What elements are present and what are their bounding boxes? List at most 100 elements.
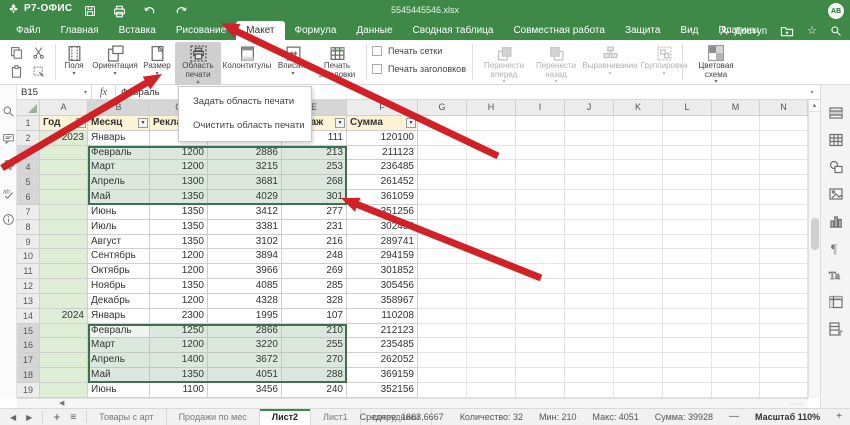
namebox-dropdown-icon[interactable]: ▾ bbox=[84, 89, 87, 96]
cell-A3[interactable] bbox=[40, 146, 88, 161]
search-menu-icon[interactable] bbox=[830, 25, 842, 37]
vertical-scroll-thumb[interactable] bbox=[811, 218, 819, 250]
cell-I18[interactable] bbox=[516, 368, 565, 383]
cell-I8[interactable] bbox=[516, 220, 565, 235]
cell-C10[interactable]: 1200 bbox=[150, 249, 208, 264]
cell-B10[interactable]: Сентябрь bbox=[88, 249, 150, 264]
cell-N5[interactable] bbox=[760, 175, 808, 190]
cell-F8[interactable]: 302456 bbox=[347, 220, 418, 235]
cell-G11[interactable] bbox=[418, 264, 467, 279]
cell-L11[interactable] bbox=[663, 264, 712, 279]
row-header-16[interactable]: 16 bbox=[17, 338, 40, 353]
cell-L10[interactable] bbox=[663, 249, 712, 264]
menu-tab-Защита[interactable]: Защита bbox=[615, 22, 670, 40]
zoom-in-button[interactable]: + bbox=[836, 411, 842, 422]
cell-E4[interactable]: 253 bbox=[282, 160, 347, 175]
cell-B16[interactable]: Март bbox=[88, 338, 150, 353]
cell-B18[interactable]: Май bbox=[88, 368, 150, 383]
cell-B4[interactable]: Март bbox=[88, 160, 150, 175]
filter-button-E[interactable]: ▼ bbox=[335, 118, 345, 128]
cell-E3[interactable]: 213 bbox=[282, 146, 347, 161]
cell-H3[interactable] bbox=[467, 146, 516, 161]
cell-C9[interactable]: 1350 bbox=[150, 235, 208, 250]
cell-E13[interactable]: 328 bbox=[282, 294, 347, 309]
pivot-settings-icon[interactable] bbox=[828, 294, 844, 310]
cell-K11[interactable] bbox=[614, 264, 663, 279]
cell-L8[interactable] bbox=[663, 220, 712, 235]
header-cell-B1[interactable]: Месяц▼ bbox=[88, 116, 150, 131]
col-header-J[interactable]: J bbox=[565, 100, 614, 116]
cell-F18[interactable]: 369159 bbox=[347, 368, 418, 383]
cell-M5[interactable] bbox=[712, 175, 760, 190]
cell-B5[interactable]: Апрель bbox=[88, 175, 150, 190]
cell-D18[interactable]: 4051 bbox=[208, 368, 282, 383]
filter-button-B[interactable]: ▼ bbox=[138, 118, 148, 128]
cell-J6[interactable] bbox=[565, 190, 614, 205]
cell-H1[interactable] bbox=[467, 116, 516, 131]
col-header-L[interactable]: L bbox=[663, 100, 712, 116]
access-button[interactable]: Доступ bbox=[719, 25, 768, 37]
cell-E6[interactable]: 301 bbox=[282, 190, 347, 205]
checkbox-icon[interactable] bbox=[372, 64, 382, 74]
toolbar-button-перенести-назад[interactable]: Перенести назад▾ bbox=[530, 42, 582, 85]
paragraph-settings-icon[interactable]: ¶ bbox=[828, 240, 844, 256]
cell-I4[interactable] bbox=[516, 160, 565, 175]
cell-L6[interactable] bbox=[663, 190, 712, 205]
row-header-15[interactable]: 15 bbox=[17, 324, 40, 339]
cell-J9[interactable] bbox=[565, 235, 614, 250]
cell-I3[interactable] bbox=[516, 146, 565, 161]
row-header-11[interactable]: 11 bbox=[17, 264, 40, 279]
cell-E14[interactable]: 107 bbox=[282, 309, 347, 324]
cell-I13[interactable] bbox=[516, 294, 565, 309]
col-header-H[interactable]: H bbox=[467, 100, 516, 116]
menu-tab-Файл[interactable]: Файл bbox=[6, 22, 51, 40]
cell-C12[interactable]: 1350 bbox=[150, 279, 208, 294]
menu-tab-Рисование[interactable]: Рисование bbox=[166, 22, 236, 40]
cell-N9[interactable] bbox=[760, 235, 808, 250]
row-header-3[interactable]: 3 bbox=[17, 146, 40, 161]
row-header-17[interactable]: 17 bbox=[17, 353, 40, 368]
row-header-18[interactable]: 18 bbox=[17, 368, 40, 383]
cell-B14[interactable]: Январь bbox=[88, 309, 150, 324]
cell-C11[interactable]: 1200 bbox=[150, 264, 208, 279]
cell-A11[interactable] bbox=[40, 264, 88, 279]
cell-G4[interactable] bbox=[418, 160, 467, 175]
checkbox-печать-сетки[interactable]: Печать сетки bbox=[372, 46, 466, 56]
cell-C18[interactable]: 1350 bbox=[150, 368, 208, 383]
cell-M2[interactable] bbox=[712, 131, 760, 146]
cell-H5[interactable] bbox=[467, 175, 516, 190]
cell-B9[interactable]: Август bbox=[88, 235, 150, 250]
cell-J3[interactable] bbox=[565, 146, 614, 161]
search-icon[interactable] bbox=[2, 105, 15, 118]
col-header-I[interactable]: I bbox=[516, 100, 565, 116]
cell-N1[interactable] bbox=[760, 116, 808, 131]
cell-F9[interactable]: 289741 bbox=[347, 235, 418, 250]
cell-G15[interactable] bbox=[418, 324, 467, 339]
user-avatar[interactable]: AB bbox=[828, 3, 844, 19]
cell-J15[interactable] bbox=[565, 324, 614, 339]
cell-settings-icon[interactable] bbox=[828, 105, 844, 121]
cell-M18[interactable] bbox=[712, 368, 760, 383]
cell-J19[interactable] bbox=[565, 383, 614, 398]
cell-B3[interactable]: Февраль bbox=[88, 146, 150, 161]
cell-H14[interactable] bbox=[467, 309, 516, 324]
filter-button-F[interactable]: ▼ bbox=[406, 118, 416, 128]
cell-N12[interactable] bbox=[760, 279, 808, 294]
cell-N11[interactable] bbox=[760, 264, 808, 279]
cell-E12[interactable]: 285 bbox=[282, 279, 347, 294]
menu-tab-Формула[interactable]: Формула bbox=[285, 22, 347, 40]
cell-B12[interactable]: Ноябрь bbox=[88, 279, 150, 294]
cell-M13[interactable] bbox=[712, 294, 760, 309]
sheet-tab-Лист2[interactable]: Лист2 bbox=[260, 409, 311, 425]
cell-D16[interactable]: 3220 bbox=[208, 338, 282, 353]
cell-G8[interactable] bbox=[418, 220, 467, 235]
cell-L19[interactable] bbox=[663, 383, 712, 398]
cell-A13[interactable] bbox=[40, 294, 88, 309]
cell-H11[interactable] bbox=[467, 264, 516, 279]
toolbar-button-размер[interactable]: Размер▾ bbox=[139, 42, 175, 85]
cell-J17[interactable] bbox=[565, 353, 614, 368]
favorite-star-icon[interactable]: ☆ bbox=[807, 26, 817, 37]
image-settings-icon[interactable] bbox=[828, 186, 844, 202]
cell-I10[interactable] bbox=[516, 249, 565, 264]
cell-E8[interactable]: 231 bbox=[282, 220, 347, 235]
